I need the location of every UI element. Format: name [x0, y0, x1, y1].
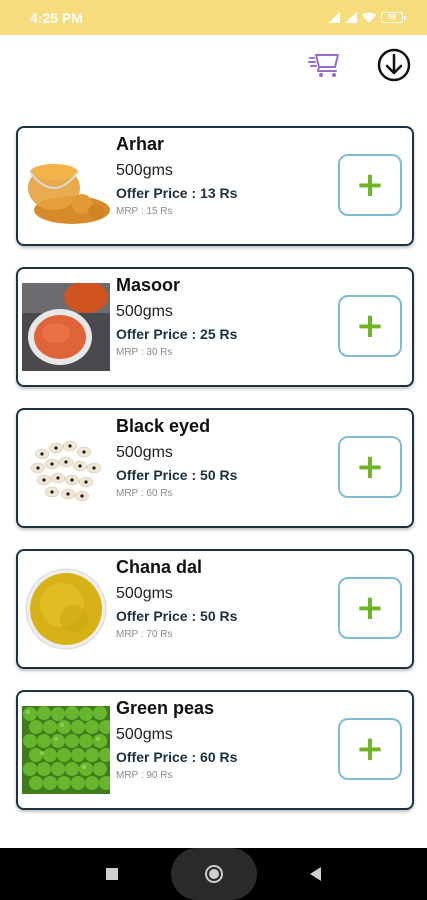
add-to-cart-button[interactable]: + — [338, 436, 402, 498]
product-name: Chana dal — [116, 557, 203, 577]
product-image-black-eyed — [22, 424, 110, 512]
product-mrp: MRP : 15 Rs — [116, 206, 173, 217]
plus-icon: + — [355, 447, 385, 487]
product-quantity: 500gms — [116, 585, 173, 602]
product-list: Arhar 500gms Offer Price : 13 Rs MRP : 1… — [16, 126, 414, 831]
plus-icon: + — [355, 588, 385, 628]
product-quantity: 500gms — [116, 162, 173, 179]
product-quantity: 500gms — [116, 444, 173, 461]
status-bar: 4:25 PM 58 — [0, 0, 427, 35]
system-nav-bar — [0, 848, 427, 900]
battery-icon: 58 — [381, 12, 406, 23]
product-name: Green peas — [116, 698, 215, 718]
product-name: Black eyed — [116, 416, 211, 436]
product-mrp: MRP : 70 Rs — [116, 629, 173, 640]
product-offer-price: Offer Price : 60 Rs — [116, 749, 238, 765]
signal-icon — [328, 12, 340, 23]
product-quantity: 500gms — [116, 303, 173, 320]
product-card-arhar[interactable]: Arhar 500gms Offer Price : 13 Rs MRP : 1… — [16, 126, 414, 246]
top-bar — [0, 35, 427, 95]
home-button[interactable] — [170, 848, 257, 900]
add-to-cart-button[interactable]: + — [338, 154, 402, 216]
product-name: Masoor — [116, 275, 181, 295]
product-card-black-eyed[interactable]: Black eyed 500gms Offer Price : 50 Rs MR… — [16, 408, 414, 528]
signal-icon-2 — [345, 12, 357, 23]
product-image-chana-dal — [22, 565, 110, 653]
product-mrp: MRP : 30 Rs — [116, 347, 173, 358]
product-offer-price: Offer Price : 13 Rs — [116, 185, 238, 201]
product-card-chana-dal[interactable]: Chana dal 500gms Offer Price : 50 Rs MRP… — [16, 549, 414, 669]
product-offer-price: Offer Price : 50 Rs — [116, 467, 238, 483]
plus-icon: + — [355, 165, 385, 205]
status-icons: 58 — [328, 12, 406, 23]
product-name: Arhar — [116, 134, 165, 154]
download-circle-icon[interactable] — [376, 47, 412, 83]
cart-icon[interactable] — [308, 49, 344, 79]
battery-level: 58 — [388, 14, 396, 21]
product-card-masoor[interactable]: Masoor 500gms Offer Price : 25 Rs MRP : … — [16, 267, 414, 387]
product-image-green-peas — [22, 706, 110, 794]
product-offer-price: Offer Price : 50 Rs — [116, 608, 238, 624]
product-quantity: 500gms — [116, 726, 173, 743]
plus-icon: + — [355, 306, 385, 346]
add-to-cart-button[interactable]: + — [338, 577, 402, 639]
back-icon[interactable] — [309, 867, 321, 881]
status-time: 4:25 PM — [30, 9, 83, 26]
product-image-arhar — [22, 142, 110, 230]
product-image-masoor — [22, 283, 110, 371]
wifi-icon — [362, 12, 376, 23]
product-card-green-peas[interactable]: Green peas 500gms Offer Price : 60 Rs MR… — [16, 690, 414, 810]
recents-icon[interactable] — [106, 868, 119, 880]
product-offer-price: Offer Price : 25 Rs — [116, 326, 238, 342]
product-mrp: MRP : 90 Rs — [116, 770, 173, 781]
product-mrp: MRP : 60 Rs — [116, 488, 173, 499]
add-to-cart-button[interactable]: + — [338, 718, 402, 780]
home-icon — [204, 865, 223, 883]
add-to-cart-button[interactable]: + — [338, 295, 402, 357]
plus-icon: + — [355, 729, 385, 769]
